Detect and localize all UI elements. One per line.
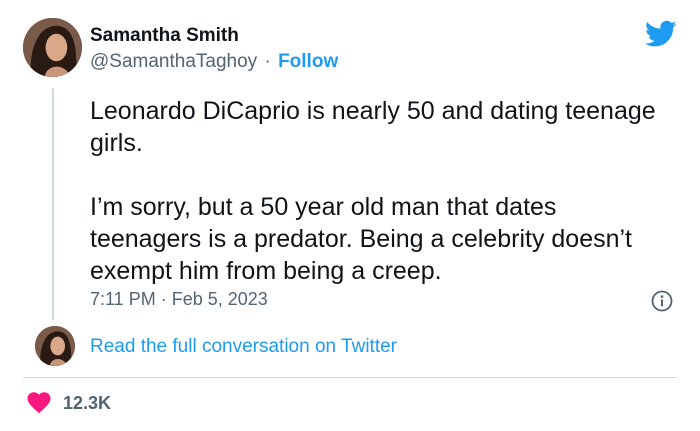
avatar-photo bbox=[35, 326, 75, 366]
author-handle-row: @SamanthaTaghoy · Follow bbox=[90, 51, 338, 73]
avatar-photo bbox=[23, 18, 82, 77]
tweet-timestamp[interactable]: 7:11 PM · Feb 5, 2023 bbox=[90, 289, 268, 310]
heart-icon bbox=[27, 392, 51, 414]
author-avatar[interactable] bbox=[23, 18, 82, 77]
divider bbox=[23, 377, 677, 378]
tweet-paragraph: Leonardo DiCaprio is nearly 50 and datin… bbox=[90, 97, 656, 157]
info-icon[interactable] bbox=[651, 290, 673, 312]
separator-dot: · bbox=[264, 51, 271, 72]
author-handle[interactable]: @SamanthaTaghoy bbox=[90, 51, 257, 72]
read-conversation-link[interactable]: Read the full conversation on Twitter bbox=[90, 336, 397, 358]
like-button[interactable]: 12.3K bbox=[27, 392, 111, 414]
tweet-text: Leonardo DiCaprio is nearly 50 and datin… bbox=[90, 95, 670, 287]
like-count: 12.3K bbox=[63, 392, 112, 413]
tweet-paragraph: I’m sorry, but a 50 year old man that da… bbox=[90, 193, 633, 285]
thread-line bbox=[52, 88, 54, 320]
conversation-avatar[interactable] bbox=[35, 326, 75, 366]
twitter-bird-icon[interactable] bbox=[645, 20, 677, 48]
author-name[interactable]: Samantha Smith bbox=[90, 25, 239, 47]
follow-button[interactable]: Follow bbox=[278, 51, 338, 72]
